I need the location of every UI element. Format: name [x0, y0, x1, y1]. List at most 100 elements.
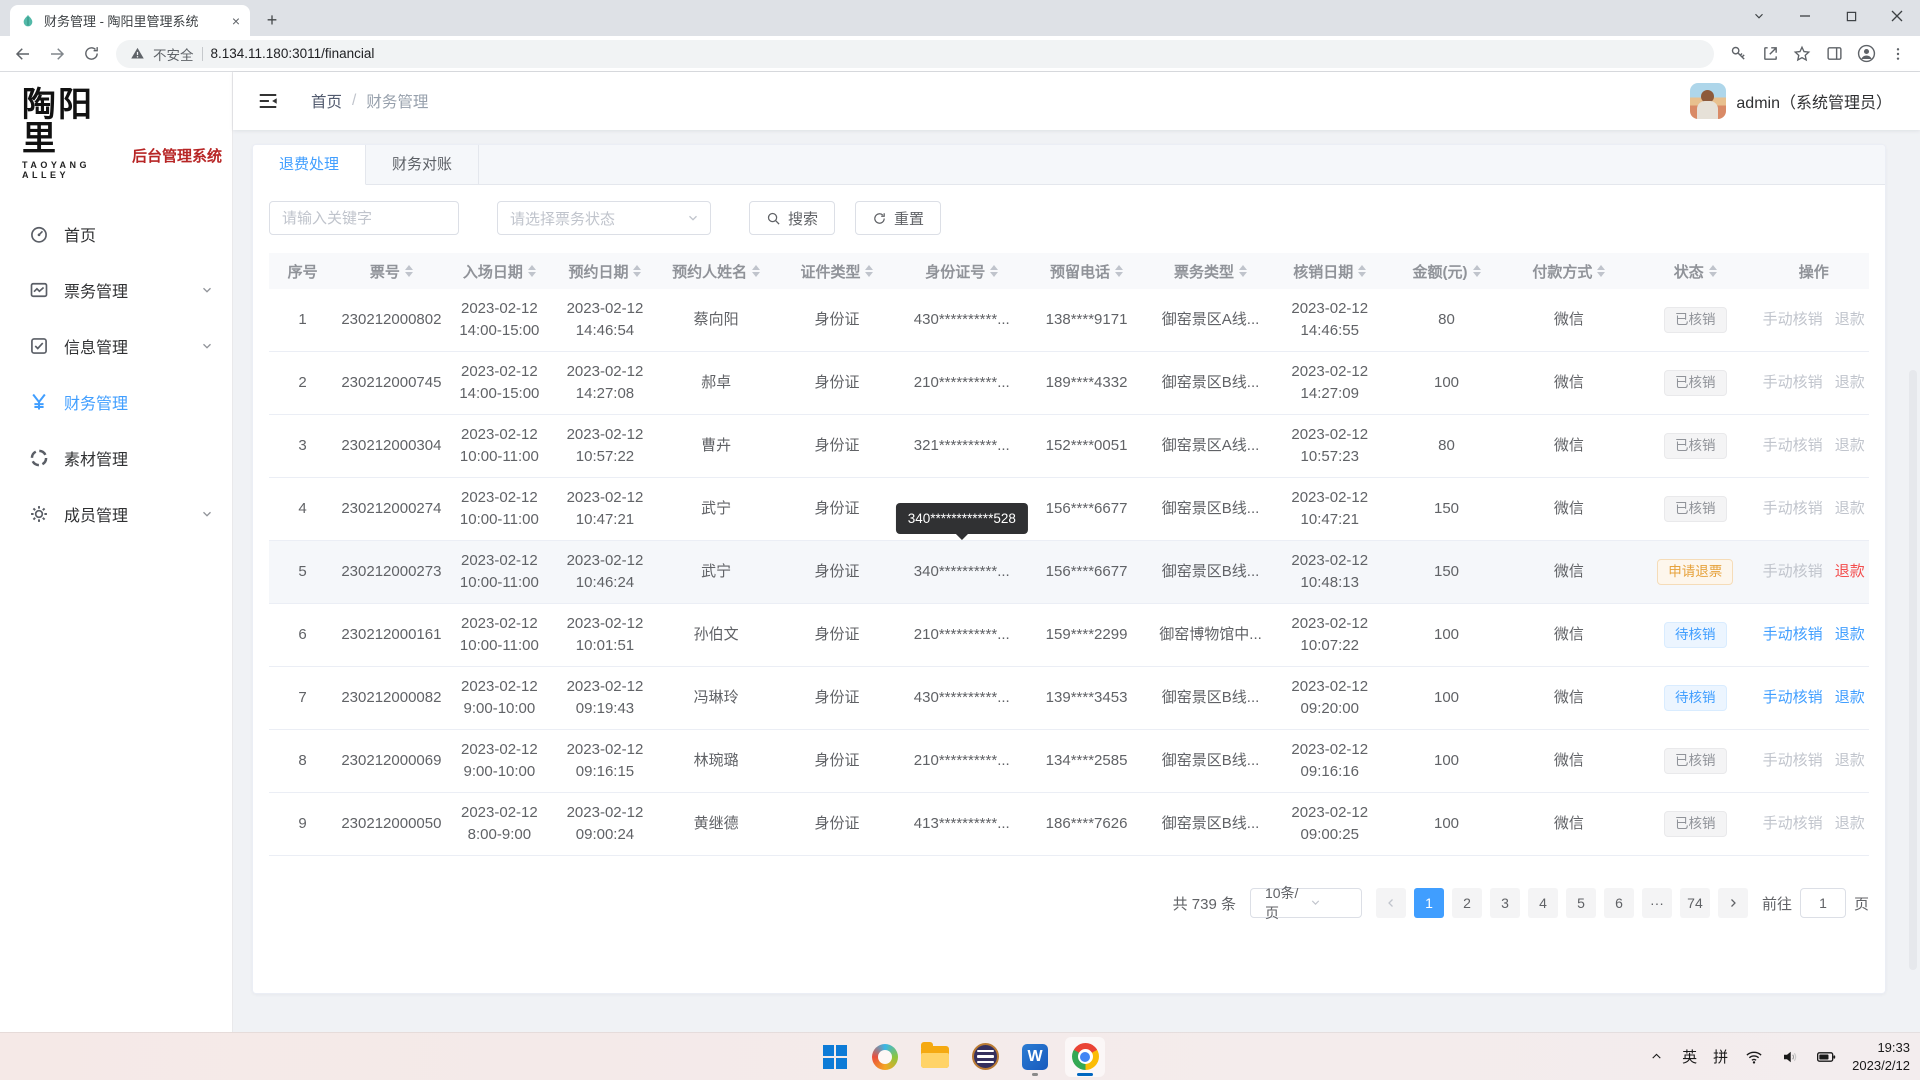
- column-header-预约日期[interactable]: 预约日期: [552, 261, 658, 282]
- page-button-5[interactable]: 5: [1566, 888, 1596, 918]
- page-size-select[interactable]: 10条/页: [1250, 888, 1362, 918]
- refund-link[interactable]: 退款: [1835, 624, 1865, 647]
- goto-page-input[interactable]: [1800, 888, 1846, 918]
- sort-caret-icon[interactable]: [752, 265, 760, 277]
- sidebar-item-成员管理[interactable]: 成员管理: [0, 486, 232, 542]
- refund-link[interactable]: 退款: [1835, 687, 1865, 710]
- word-icon[interactable]: W: [1015, 1037, 1055, 1077]
- reload-icon[interactable]: [76, 39, 106, 69]
- sort-caret-icon[interactable]: [633, 265, 641, 277]
- avatar[interactable]: [1690, 83, 1726, 119]
- column-header-预留电话[interactable]: 预留电话: [1024, 261, 1149, 282]
- sort-caret-icon[interactable]: [1358, 265, 1366, 277]
- cell-entry-date: 2023-02-1214:00-15:00: [447, 298, 553, 343]
- side-panel-icon[interactable]: [1820, 40, 1848, 68]
- bookmark-star-icon[interactable]: [1788, 40, 1816, 68]
- search-button[interactable]: 搜索: [749, 201, 835, 235]
- column-header-状态[interactable]: 状态: [1632, 261, 1758, 282]
- column-header-票务类型[interactable]: 票务类型: [1149, 261, 1272, 282]
- column-label: 入场日期: [463, 261, 523, 282]
- breadcrumb-home[interactable]: 首页: [311, 90, 342, 112]
- more-pages-icon[interactable]: ···: [1642, 888, 1672, 918]
- chrome-icon[interactable]: [1065, 1037, 1105, 1077]
- tab-退费处理[interactable]: 退费处理: [253, 145, 366, 185]
- cell-amount: 100: [1387, 372, 1505, 395]
- forward-icon[interactable]: [42, 39, 72, 69]
- cell-id-number: 210**********...: [899, 750, 1024, 773]
- profile-icon[interactable]: [1852, 40, 1880, 68]
- sort-caret-icon[interactable]: [1709, 265, 1717, 277]
- status-badge: 申请退票: [1657, 559, 1733, 585]
- user-menu[interactable]: admin（系统管理员）: [1690, 83, 1892, 119]
- sidebar-item-财务管理[interactable]: 财务管理: [0, 374, 232, 430]
- page-button-4[interactable]: 4: [1528, 888, 1558, 918]
- volume-icon[interactable]: [1780, 1047, 1800, 1067]
- sidebar-item-首页[interactable]: 首页: [0, 206, 232, 262]
- ime-mode[interactable]: 拼: [1713, 1046, 1728, 1067]
- sort-caret-icon[interactable]: [865, 265, 873, 277]
- sidebar-item-票务管理[interactable]: 票务管理: [0, 262, 232, 318]
- ime-language[interactable]: 英: [1682, 1046, 1697, 1067]
- column-header-身份证号[interactable]: 身份证号: [899, 261, 1024, 282]
- share-icon[interactable]: [1756, 40, 1784, 68]
- sort-caret-icon[interactable]: [405, 265, 413, 277]
- column-header-票号[interactable]: 票号: [336, 261, 446, 282]
- back-icon[interactable]: [8, 39, 38, 69]
- column-header-证件类型[interactable]: 证件类型: [775, 261, 900, 282]
- page-button-6[interactable]: 6: [1604, 888, 1634, 918]
- content-area: 退费处理财务对账 请选择票务状态 搜索: [233, 130, 1920, 1032]
- clock[interactable]: 19:33 2023/2/12: [1852, 1039, 1910, 1074]
- page-button-2[interactable]: 2: [1452, 888, 1482, 918]
- cell-booking-date: 2023-02-1209:16:15: [552, 739, 658, 784]
- browser-menu-icon[interactable]: [1884, 40, 1912, 68]
- finance-yen-icon: [28, 391, 50, 413]
- security-warning-icon[interactable]: [130, 46, 145, 61]
- page-button-74[interactable]: 74: [1680, 888, 1710, 918]
- cell-status: 申请退票: [1632, 559, 1758, 585]
- page-button-3[interactable]: 3: [1490, 888, 1520, 918]
- status-select[interactable]: 请选择票务状态: [497, 201, 711, 235]
- next-page-icon[interactable]: [1718, 888, 1748, 918]
- sidebar-item-信息管理[interactable]: 信息管理: [0, 318, 232, 374]
- keyword-input[interactable]: [269, 201, 459, 235]
- page-scrollbar[interactable]: [1909, 370, 1917, 970]
- navicat-icon[interactable]: [865, 1037, 905, 1077]
- refund-link[interactable]: 退款: [1835, 561, 1865, 584]
- column-header-预约人姓名[interactable]: 预约人姓名: [658, 261, 775, 282]
- password-key-icon[interactable]: [1724, 40, 1752, 68]
- window-maximize-icon[interactable]: [1828, 0, 1874, 32]
- window-minimize-icon[interactable]: [1782, 0, 1828, 32]
- page-size-value: 10条/页: [1265, 883, 1309, 923]
- browser-tab[interactable]: 财务管理 - 陶阳里管理系统 ×: [10, 5, 250, 36]
- new-tab-button[interactable]: +: [258, 6, 286, 34]
- eclipse-icon[interactable]: [965, 1037, 1005, 1077]
- reset-button[interactable]: 重置: [855, 201, 941, 235]
- cell-status: 已核销: [1632, 433, 1758, 459]
- window-menu-chevron-icon[interactable]: [1736, 0, 1782, 32]
- sidebar-item-素材管理[interactable]: 素材管理: [0, 430, 232, 486]
- manual-verify-link[interactable]: 手动核销: [1763, 687, 1823, 710]
- sort-caret-icon[interactable]: [1239, 265, 1247, 277]
- column-header-核销日期[interactable]: 核销日期: [1272, 261, 1387, 282]
- sort-caret-icon[interactable]: [990, 265, 998, 277]
- address-bar[interactable]: 不安全 8.134.11.180:3011/financial: [116, 40, 1714, 68]
- window-close-icon[interactable]: [1874, 0, 1920, 32]
- tab-close-icon[interactable]: ×: [232, 13, 240, 29]
- id-number-tooltip: 340************528: [896, 503, 1028, 534]
- sort-caret-icon[interactable]: [1473, 265, 1481, 277]
- sort-caret-icon[interactable]: [1597, 265, 1605, 277]
- tray-chevron-up-icon[interactable]: [1646, 1047, 1666, 1067]
- sort-caret-icon[interactable]: [528, 265, 536, 277]
- battery-icon[interactable]: [1816, 1047, 1836, 1067]
- column-header-金额(元)[interactable]: 金额(元): [1387, 261, 1505, 282]
- manual-verify-link[interactable]: 手动核销: [1763, 624, 1823, 647]
- page-button-1[interactable]: 1: [1414, 888, 1444, 918]
- tab-财务对账[interactable]: 财务对账: [366, 145, 479, 184]
- column-header-入场日期[interactable]: 入场日期: [447, 261, 553, 282]
- wifi-icon[interactable]: [1744, 1047, 1764, 1067]
- column-header-付款方式[interactable]: 付款方式: [1506, 261, 1632, 282]
- menu-fold-icon[interactable]: [257, 90, 279, 112]
- sort-caret-icon[interactable]: [1115, 265, 1123, 277]
- start-button[interactable]: [815, 1037, 855, 1077]
- file-explorer-icon[interactable]: [915, 1037, 955, 1077]
